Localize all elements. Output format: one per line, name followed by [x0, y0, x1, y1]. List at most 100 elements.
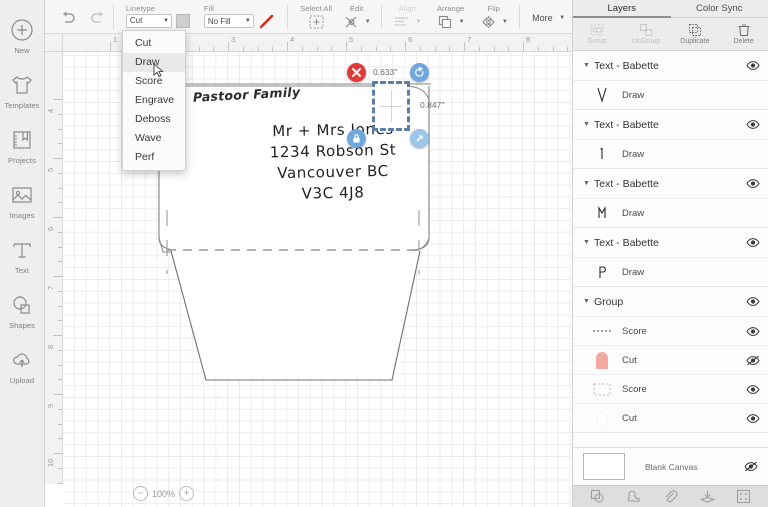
sidebar-item-new[interactable]: New	[0, 8, 45, 63]
ruler-minor-tick	[390, 47, 391, 51]
contour-icon[interactable]	[736, 489, 751, 504]
weld-icon[interactable]	[626, 489, 641, 504]
layer-thumbnail-cut-shape	[591, 350, 613, 370]
zoom-control[interactable]: − 100% +	[133, 486, 194, 501]
ruler-label: 8	[46, 345, 55, 349]
layer-child-row[interactable]: Score	[573, 374, 768, 403]
ruler-tick	[53, 276, 62, 277]
recipient-address-block[interactable]: Mr + Mrs Jones 1234 Robson St Vancouver …	[233, 120, 433, 204]
ruler-label: 4	[46, 109, 55, 113]
linetype-option-draw[interactable]: Draw	[123, 53, 185, 72]
zoom-in-button[interactable]: +	[179, 486, 194, 501]
layer-child-label: Draw	[622, 267, 644, 278]
lock-handle[interactable]	[347, 129, 366, 148]
layer-child-row[interactable]: Draw	[573, 80, 768, 109]
arrange-group[interactable]: Arrange ▼	[427, 0, 475, 34]
linetype-select[interactable]: Cut ▼	[126, 14, 172, 28]
visibility-eye-icon[interactable]	[746, 326, 760, 337]
rotate-handle[interactable]	[410, 63, 429, 82]
flatten-icon[interactable]	[700, 489, 715, 504]
linetype-option-score[interactable]: Score	[123, 72, 185, 91]
sidebar-item-templates[interactable]: Templates	[0, 63, 45, 118]
layer-child-row[interactable]: Draw	[573, 257, 768, 286]
sidebar-item-upload[interactable]: Upload	[0, 338, 45, 393]
pen-icon[interactable]	[258, 14, 276, 29]
linetype-option-perf[interactable]: Perf	[123, 148, 185, 167]
ruler-minor-tick	[58, 232, 62, 233]
layer-group: ▼ Text - Babette Draw	[573, 228, 768, 287]
delete-button[interactable]: Delete	[719, 18, 768, 50]
linetype-option-engrave[interactable]: Engrave	[123, 91, 185, 110]
toolbar-divider	[287, 5, 288, 29]
attach-icon[interactable]	[663, 489, 678, 504]
ruler-label: 6	[408, 35, 412, 44]
edit-group[interactable]: Edit ▼	[338, 0, 375, 34]
resize-handle[interactable]	[410, 129, 429, 148]
linetype-dropdown-menu[interactable]: Cut Draw Score Engrave Deboss Wave Perf	[122, 30, 186, 171]
chevron-down-icon: ▼	[559, 15, 565, 21]
linetype-color-swatch[interactable]	[176, 14, 190, 28]
ruler-minor-tick	[58, 291, 62, 292]
visibility-hidden-eye-icon[interactable]	[746, 355, 760, 366]
tab-color-sync[interactable]: Color Sync	[671, 0, 768, 18]
more-group[interactable]: More ▼	[526, 0, 572, 34]
linetype-option-cut[interactable]: Cut	[123, 34, 185, 53]
chevron-down-icon[interactable]: ▼	[583, 239, 592, 246]
layers-list[interactable]: ▼ Text - Babette Draw ▼ Text - B	[573, 51, 768, 447]
visibility-eye-icon[interactable]	[746, 119, 760, 130]
arrange-caption: Arrange	[427, 4, 475, 13]
plus-circle-icon	[9, 17, 35, 43]
layer-header[interactable]: ▼ Text - Babette	[573, 169, 768, 198]
chevron-down-icon[interactable]: ▼	[583, 62, 592, 69]
blank-canvas-row[interactable]: Blank Canvas	[573, 447, 768, 485]
ruler-minor-tick	[243, 47, 244, 51]
slice-icon[interactable]	[590, 489, 605, 504]
duplicate-button[interactable]: Duplicate	[671, 18, 720, 50]
ruler-label: 5	[46, 168, 55, 172]
layer-header[interactable]: ▼ Text - Babette	[573, 110, 768, 139]
layer-child-row[interactable]: Draw	[573, 198, 768, 227]
selection-bounding-box[interactable]	[372, 81, 410, 131]
layer-header[interactable]: ▼ Text - Babette	[573, 228, 768, 257]
resize-diagonal-icon	[414, 133, 425, 144]
redo-icon[interactable]	[89, 8, 107, 26]
layer-child-row[interactable]: Cut	[573, 403, 768, 432]
zoom-out-button[interactable]: −	[133, 486, 148, 501]
chevron-down-icon[interactable]: ▼	[583, 180, 592, 187]
select-all-group[interactable]: Select All	[294, 0, 338, 34]
group-button[interactable]: Group	[573, 18, 622, 50]
delete-handle[interactable]	[347, 63, 366, 82]
visibility-hidden-eye-icon[interactable]	[744, 461, 758, 472]
flip-group[interactable]: Flip ▼	[474, 0, 513, 34]
visibility-eye-icon[interactable]	[746, 413, 760, 424]
sidebar-item-shapes[interactable]: Shapes	[0, 283, 45, 338]
ruler-minor-tick	[58, 173, 62, 174]
layer-header[interactable]: ▼ Group	[573, 287, 768, 316]
visibility-eye-icon[interactable]	[746, 178, 760, 189]
more-button[interactable]: More	[532, 13, 553, 23]
tab-layers[interactable]: Layers	[573, 0, 671, 18]
layer-child-row[interactable]: Cut	[573, 345, 768, 374]
visibility-eye-icon[interactable]	[746, 60, 760, 71]
canvas-color-swatch[interactable]	[583, 453, 625, 480]
layer-header[interactable]: ▼ Text - Babette	[573, 51, 768, 80]
visibility-eye-icon[interactable]	[746, 237, 760, 248]
visibility-eye-icon[interactable]	[746, 384, 760, 395]
undo-icon[interactable]	[59, 8, 77, 26]
text-t-icon	[9, 237, 35, 263]
sidebar-item-images[interactable]: Images	[0, 173, 45, 228]
layer-child-row[interactable]: Draw	[573, 139, 768, 168]
chevron-down-icon[interactable]: ▼	[583, 121, 592, 128]
linetype-option-wave[interactable]: Wave	[123, 129, 185, 148]
fill-select[interactable]: No Fill ▼	[204, 14, 254, 28]
picture-icon	[9, 182, 35, 208]
layer-child-row[interactable]: Score	[573, 316, 768, 345]
chevron-down-icon[interactable]: ▼	[583, 298, 592, 305]
sidebar-item-projects[interactable]: Projects	[0, 118, 45, 173]
sidebar-label-text: Text	[15, 266, 29, 275]
sidebar-item-text[interactable]: Text	[0, 228, 45, 283]
toolbar-divider	[381, 5, 382, 29]
visibility-eye-icon[interactable]	[746, 296, 760, 307]
linetype-option-deboss[interactable]: Deboss	[123, 110, 185, 129]
ungroup-button[interactable]: UnGroup	[622, 18, 671, 50]
